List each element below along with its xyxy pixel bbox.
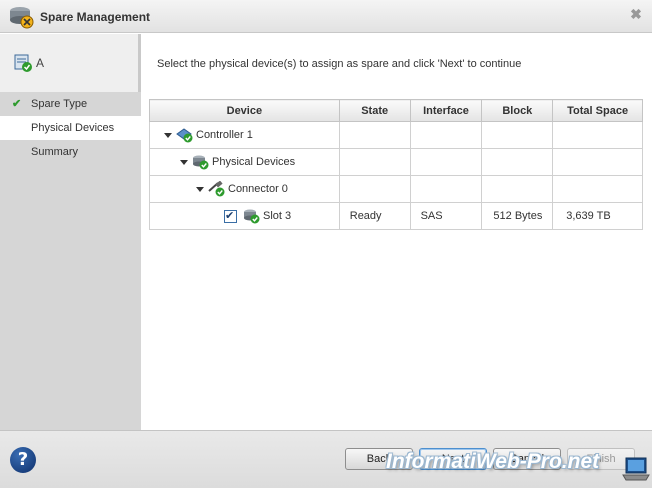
table-header-row: Device State Interface Block Total Space <box>149 99 643 122</box>
state-cell <box>338 175 411 203</box>
step-physical-devices[interactable]: Physical Devices <box>0 116 141 140</box>
close-icon[interactable]: ✖ <box>628 6 644 22</box>
device-cell: Connector 0 <box>149 175 340 203</box>
table-row[interactable]: Physical Devices <box>149 148 643 176</box>
device-name: Controller 1 <box>196 129 253 141</box>
watermark-laptop-icon <box>622 457 650 481</box>
interface-cell <box>409 175 483 203</box>
total-space-cell <box>552 148 643 176</box>
device-name: Connector 0 <box>228 183 288 195</box>
wizard-sidebar: A ✔ Spare Type Physical Devices Summary <box>0 34 141 430</box>
connector-icon <box>208 181 225 197</box>
table-row[interactable]: Controller 1 <box>149 121 643 149</box>
instruction-text: Select the physical device(s) to assign … <box>157 58 522 70</box>
device-cell: Physical Devices <box>149 148 340 176</box>
sidebar-header: A <box>0 34 141 92</box>
interface-cell: SAS <box>409 202 483 230</box>
watermark-text: InformatiWeb-Pro.net <box>386 450 600 473</box>
spare-management-icon <box>10 7 34 29</box>
interface-cell <box>409 148 483 176</box>
column-header-device[interactable]: Device <box>149 99 340 122</box>
disk-icon <box>244 209 260 224</box>
column-header-state[interactable]: State <box>338 99 411 122</box>
device-table: Device State Interface Block Total Space… <box>149 99 643 230</box>
device-name: Physical Devices <box>212 156 296 168</box>
device-cell: Controller 1 <box>149 121 340 149</box>
total-space-cell <box>552 121 643 149</box>
column-header-interface[interactable]: Interface <box>409 99 483 122</box>
step-label: Summary <box>31 146 79 158</box>
physical-devices-icon <box>193 155 209 170</box>
step-label: Spare Type <box>31 98 88 110</box>
expand-arrow-icon[interactable] <box>164 132 172 138</box>
block-cell <box>481 148 554 176</box>
table-row[interactable]: Connector 0 <box>149 175 643 203</box>
server-icon <box>14 54 32 72</box>
total-space-cell: 3,639 TB <box>552 202 643 230</box>
device-name: Slot 3 <box>263 210 292 222</box>
column-header-block[interactable]: Block <box>481 99 554 122</box>
state-cell <box>338 121 411 149</box>
device-cell: Slot 3 <box>149 202 340 230</box>
state-cell: Ready <box>338 202 411 230</box>
table-row[interactable]: Slot 3 Ready SAS 512 Bytes 3,639 TB <box>149 202 643 230</box>
step-summary[interactable]: Summary <box>0 140 141 164</box>
help-icon[interactable]: ? <box>10 447 36 473</box>
block-cell <box>481 175 554 203</box>
title-bar: Spare Management ✖ <box>0 0 652 33</box>
expand-arrow-icon[interactable] <box>196 186 204 192</box>
wizard-steps: ✔ Spare Type Physical Devices Summary <box>0 92 141 164</box>
interface-cell <box>409 121 483 149</box>
state-cell <box>338 148 411 176</box>
check-icon: ✔ <box>12 98 22 110</box>
server-label: A <box>36 56 45 70</box>
column-header-total-space[interactable]: Total Space <box>552 99 643 122</box>
block-cell <box>481 121 554 149</box>
controller-icon <box>176 128 193 143</box>
block-cell: 512 Bytes <box>481 202 554 230</box>
step-label: Physical Devices <box>31 122 115 134</box>
window-title: Spare Management <box>40 10 151 24</box>
slot-checkbox[interactable] <box>224 209 237 223</box>
expand-arrow-icon[interactable] <box>180 159 188 165</box>
total-space-cell <box>552 175 643 203</box>
step-spare-type[interactable]: ✔ Spare Type <box>0 92 141 116</box>
